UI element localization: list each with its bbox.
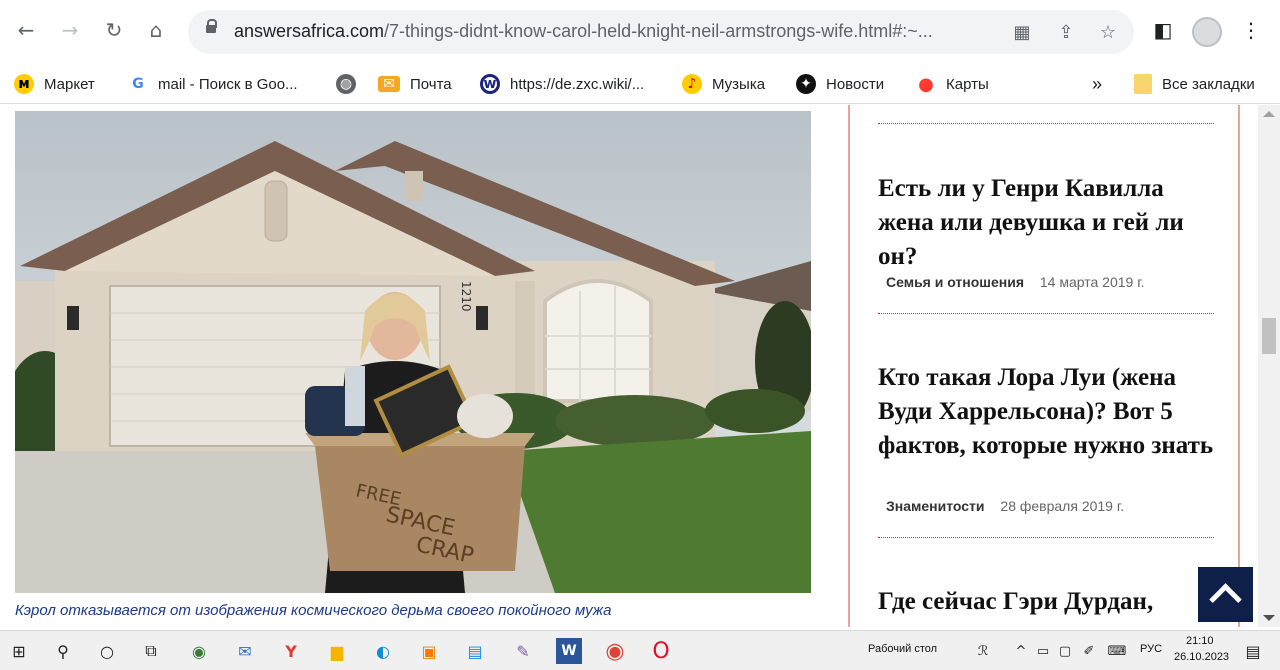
mail-icon: ✉ [378,76,400,92]
google-icon: G [132,76,144,92]
bookmark-market[interactable]: м Маркет [14,70,95,98]
wiki-icon: w [480,74,500,94]
market-icon: м [14,74,34,94]
people-icon[interactable]: ℛ [970,638,996,664]
music-icon: ♪ [682,74,702,94]
share-icon[interactable]: ⇪ [1054,20,1078,44]
bookmark-label: https://de.zxc.wiki/... [510,75,645,93]
cortana-icon[interactable]: ○ [94,638,120,664]
windows-taskbar: ⊞ ⚲ ○ ⧉ ◉ ✉ Y ▆ ◐ ▣ ▤ ✎ W ◉ O Рабочий ст… [0,630,1280,670]
url-path: /7-things-didnt-know-carol-held-knight-n… [384,21,933,41]
opera-browser-icon[interactable]: O [648,638,674,664]
browser-toolbar: ← → ↻ ⌂ answersafrica.com/7-things-didnt… [0,0,1280,64]
lock-icon[interactable] [206,19,217,36]
divider [878,537,1214,538]
url-host: answersafrica.com [234,21,385,41]
article-photo: FREE SPACE CRAP 1210 [15,111,811,593]
article-category[interactable]: Семья и отношения [886,274,1024,290]
search-icon[interactable]: ⚲ [50,638,76,664]
chrome-browser-icon[interactable]: ◉ [602,638,628,664]
bookmark-mail[interactable]: ✉ Почта [378,70,452,98]
pen-icon[interactable]: ✐ [1076,638,1102,664]
related-article-title[interactable]: Есть ли у Генри Кавилла жена или девушка… [878,172,1218,274]
scroll-down-arrow-icon[interactable] [1263,615,1275,621]
folder-icon [1134,74,1152,94]
photo-caption: Кэрол отказывается от изображения космич… [15,602,612,619]
globe-icon: ◍ [336,74,356,94]
star-icon[interactable]: ☆ [1096,20,1120,44]
all-bookmarks-folder[interactable]: Все закладки [1134,70,1255,98]
photos-app-icon[interactable]: ▤ [462,638,488,664]
notifications-icon[interactable]: ▤ [1240,638,1266,664]
bookmark-music[interactable]: ♪ Музыка [682,70,765,98]
divider [878,313,1214,314]
clock-date[interactable]: 26.10.2023 [1174,651,1229,663]
related-article-title[interactable]: Кто такая Лора Луи (жена Вуди Харрельсон… [878,361,1218,463]
file-explorer-icon[interactable]: ▆ [324,638,350,664]
profile-avatar[interactable] [1192,17,1222,47]
menu-kebab-icon[interactable]: ⋮ [1238,17,1264,43]
keyboard-icon[interactable]: ⌨ [1104,638,1130,664]
article-date: 28 февраля 2019 г. [1000,498,1125,514]
bookmark-label: Почта [410,75,452,93]
paint-app-icon[interactable]: ✎ [510,638,536,664]
task-view-icon[interactable]: ⧉ [138,638,164,664]
address-bar[interactable]: answersafrica.com/7-things-didnt-know-ca… [188,10,1134,54]
house-number: 1210 [459,281,473,312]
home-icon[interactable]: ⌂ [142,16,170,44]
related-article-meta: Знаменитости 28 февраля 2019 г. [886,498,1124,514]
edge-browser-icon[interactable]: ◐ [370,638,396,664]
scroll-thumb[interactable] [1262,318,1276,354]
bookmark-label: mail - Поиск в Goo... [158,75,298,93]
scroll-up-arrow-icon[interactable] [1263,111,1275,117]
desktop-toolbar-label[interactable]: Рабочий стол [868,643,937,655]
divider [878,123,1214,124]
bookmark-google-mail-search[interactable]: G mail - Поиск в Goo... [128,70,298,98]
bookmark-label: Маркет [44,75,95,93]
all-bookmarks-label: Все закладки [1162,75,1255,93]
article-category[interactable]: Знаменитости [886,498,985,514]
related-article-meta: Семья и отношения 14 марта 2019 г. [886,274,1144,290]
windows-start-icon[interactable]: ⊞ [6,638,32,664]
mail-app-icon[interactable]: ✉ [232,638,258,664]
page-content: FREE SPACE CRAP 1210 Кэрол отказывается … [0,105,1258,627]
clock-time[interactable]: 21:10 [1186,635,1214,647]
bookmark-maps[interactable]: ● Карты [916,70,989,98]
network-icon[interactable]: ▢ [1052,638,1078,664]
url-text[interactable]: answersafrica.com/7-things-didnt-know-ca… [234,21,933,42]
translate-icon[interactable]: ▦ [1010,20,1034,44]
bookmarks-bar: м Маркет G mail - Поиск в Goo... ◍ ✉ Поч… [0,64,1280,104]
app-circle-icon[interactable]: ◉ [186,638,212,664]
back-to-top-button[interactable] [1198,567,1253,622]
house-scene-illustration: FREE SPACE CRAP 1210 [15,111,811,593]
maps-icon: ● [918,73,934,95]
yandex-browser-icon[interactable]: Y [278,638,304,664]
word-app-icon[interactable]: W [556,638,582,664]
article-date: 14 марта 2019 г. [1039,274,1145,290]
news-icon: ✦ [796,74,816,94]
side-panel-icon[interactable]: ◧ [1150,17,1176,43]
bookmark-wiki[interactable]: w https://de.zxc.wiki/... [480,70,644,98]
bookmark-label: Новости [826,75,885,93]
forward-arrow-icon[interactable]: → [56,16,84,44]
media-player-icon[interactable]: ▣ [416,638,442,664]
bookmarks-overflow-button[interactable]: » [1092,70,1102,98]
back-arrow-icon[interactable]: ← [12,16,40,44]
related-article-title[interactable]: Где сейчас Гэри Дурдан, [878,585,1218,619]
reload-icon[interactable]: ↻ [100,16,128,44]
bookmark-label: Музыка [712,75,766,93]
input-language[interactable]: РУС [1140,643,1162,655]
page-scrollbar[interactable] [1258,105,1280,627]
bookmark-news[interactable]: ✦ Новости [796,70,884,98]
bookmark-label: Карты [946,75,989,93]
related-articles-sidebar: Есть ли у Генри Кавилла жена или девушка… [848,105,1240,627]
bookmark-globe[interactable]: ◍ [336,70,366,98]
